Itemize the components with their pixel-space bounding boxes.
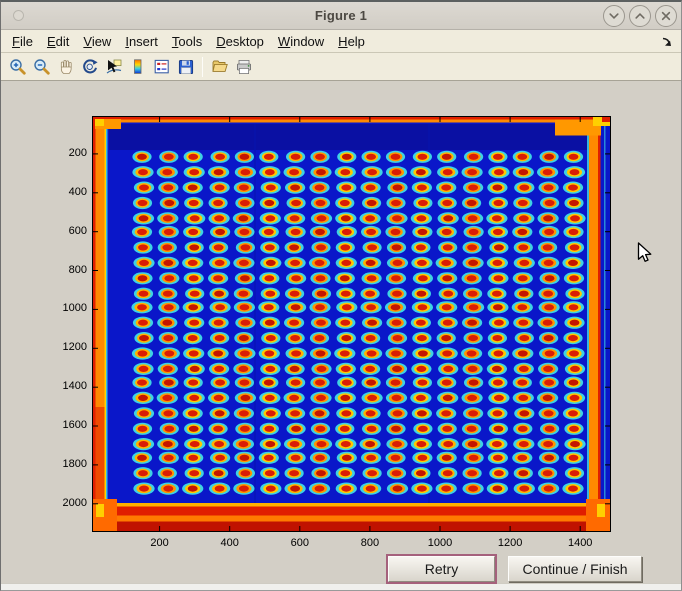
open-icon[interactable]	[208, 56, 232, 78]
menu-bar: FileEditViewInsertToolsDesktopWindowHelp	[1, 30, 681, 53]
y-tick-label: 1600	[39, 419, 87, 431]
toolbar-separator	[202, 57, 203, 77]
menu-item-window[interactable]: Window	[271, 32, 331, 51]
menu-item-help[interactable]: Help	[331, 32, 372, 51]
save-icon[interactable]	[174, 56, 198, 78]
x-tick-label: 400	[205, 537, 255, 549]
toolbar	[1, 53, 681, 81]
pan-icon[interactable]	[54, 56, 78, 78]
dock-arrow-icon[interactable]	[660, 35, 673, 48]
y-tick-label: 200	[39, 147, 87, 159]
y-tick-label: 1200	[39, 341, 87, 353]
y-tick-label: 2000	[39, 497, 87, 509]
y-tick-label: 800	[39, 264, 87, 276]
x-tick-label: 1000	[415, 537, 465, 549]
menu-item-desktop[interactable]: Desktop	[209, 32, 271, 51]
x-tick-label: 800	[345, 537, 395, 549]
menu-item-edit[interactable]: Edit	[40, 32, 76, 51]
window-menu-icon[interactable]	[13, 10, 24, 21]
data-cursor-icon[interactable]	[102, 56, 126, 78]
title-bar[interactable]: Figure 1	[1, 2, 681, 30]
zoom-in-icon[interactable]	[6, 56, 30, 78]
shade-button[interactable]	[603, 5, 625, 27]
y-tick-label: 400	[39, 186, 87, 198]
print-icon[interactable]	[232, 56, 256, 78]
menu-item-file[interactable]: File	[5, 32, 40, 51]
x-tick-label: 1400	[555, 537, 605, 549]
heatmap-image[interactable]	[93, 117, 610, 531]
figure-content: Retry Continue / Finish 200 400 600 800 1000…	[1, 81, 681, 583]
x-tick-label: 1200	[485, 537, 535, 549]
menu-item-insert[interactable]: Insert	[118, 32, 165, 51]
y-tick-label: 1400	[39, 380, 87, 392]
y-tick-label: 600	[39, 225, 87, 237]
menu-item-view[interactable]: View	[76, 32, 118, 51]
figure-window: Figure 1 FileEditViewInsertToolsDesktopW…	[0, 0, 682, 591]
retry-button[interactable]: Retry	[388, 556, 495, 582]
window-controls	[603, 5, 677, 27]
close-button[interactable]	[655, 5, 677, 27]
rotate-3d-icon[interactable]	[78, 56, 102, 78]
axes-plot-area[interactable]	[92, 116, 611, 532]
window-title: Figure 1	[1, 8, 681, 23]
y-tick-label: 1000	[39, 302, 87, 314]
colorbar-icon[interactable]	[126, 56, 150, 78]
maximize-button[interactable]	[629, 5, 651, 27]
y-tick-label: 1800	[39, 458, 87, 470]
x-tick-label: 600	[275, 537, 325, 549]
continue-finish-button[interactable]: Continue / Finish	[508, 556, 642, 582]
legend-icon[interactable]	[150, 56, 174, 78]
menu-item-tools[interactable]: Tools	[165, 32, 209, 51]
mouse-cursor-icon	[637, 242, 653, 264]
zoom-out-icon[interactable]	[30, 56, 54, 78]
x-tick-label: 200	[135, 537, 185, 549]
window-bottom-edge	[1, 583, 681, 591]
